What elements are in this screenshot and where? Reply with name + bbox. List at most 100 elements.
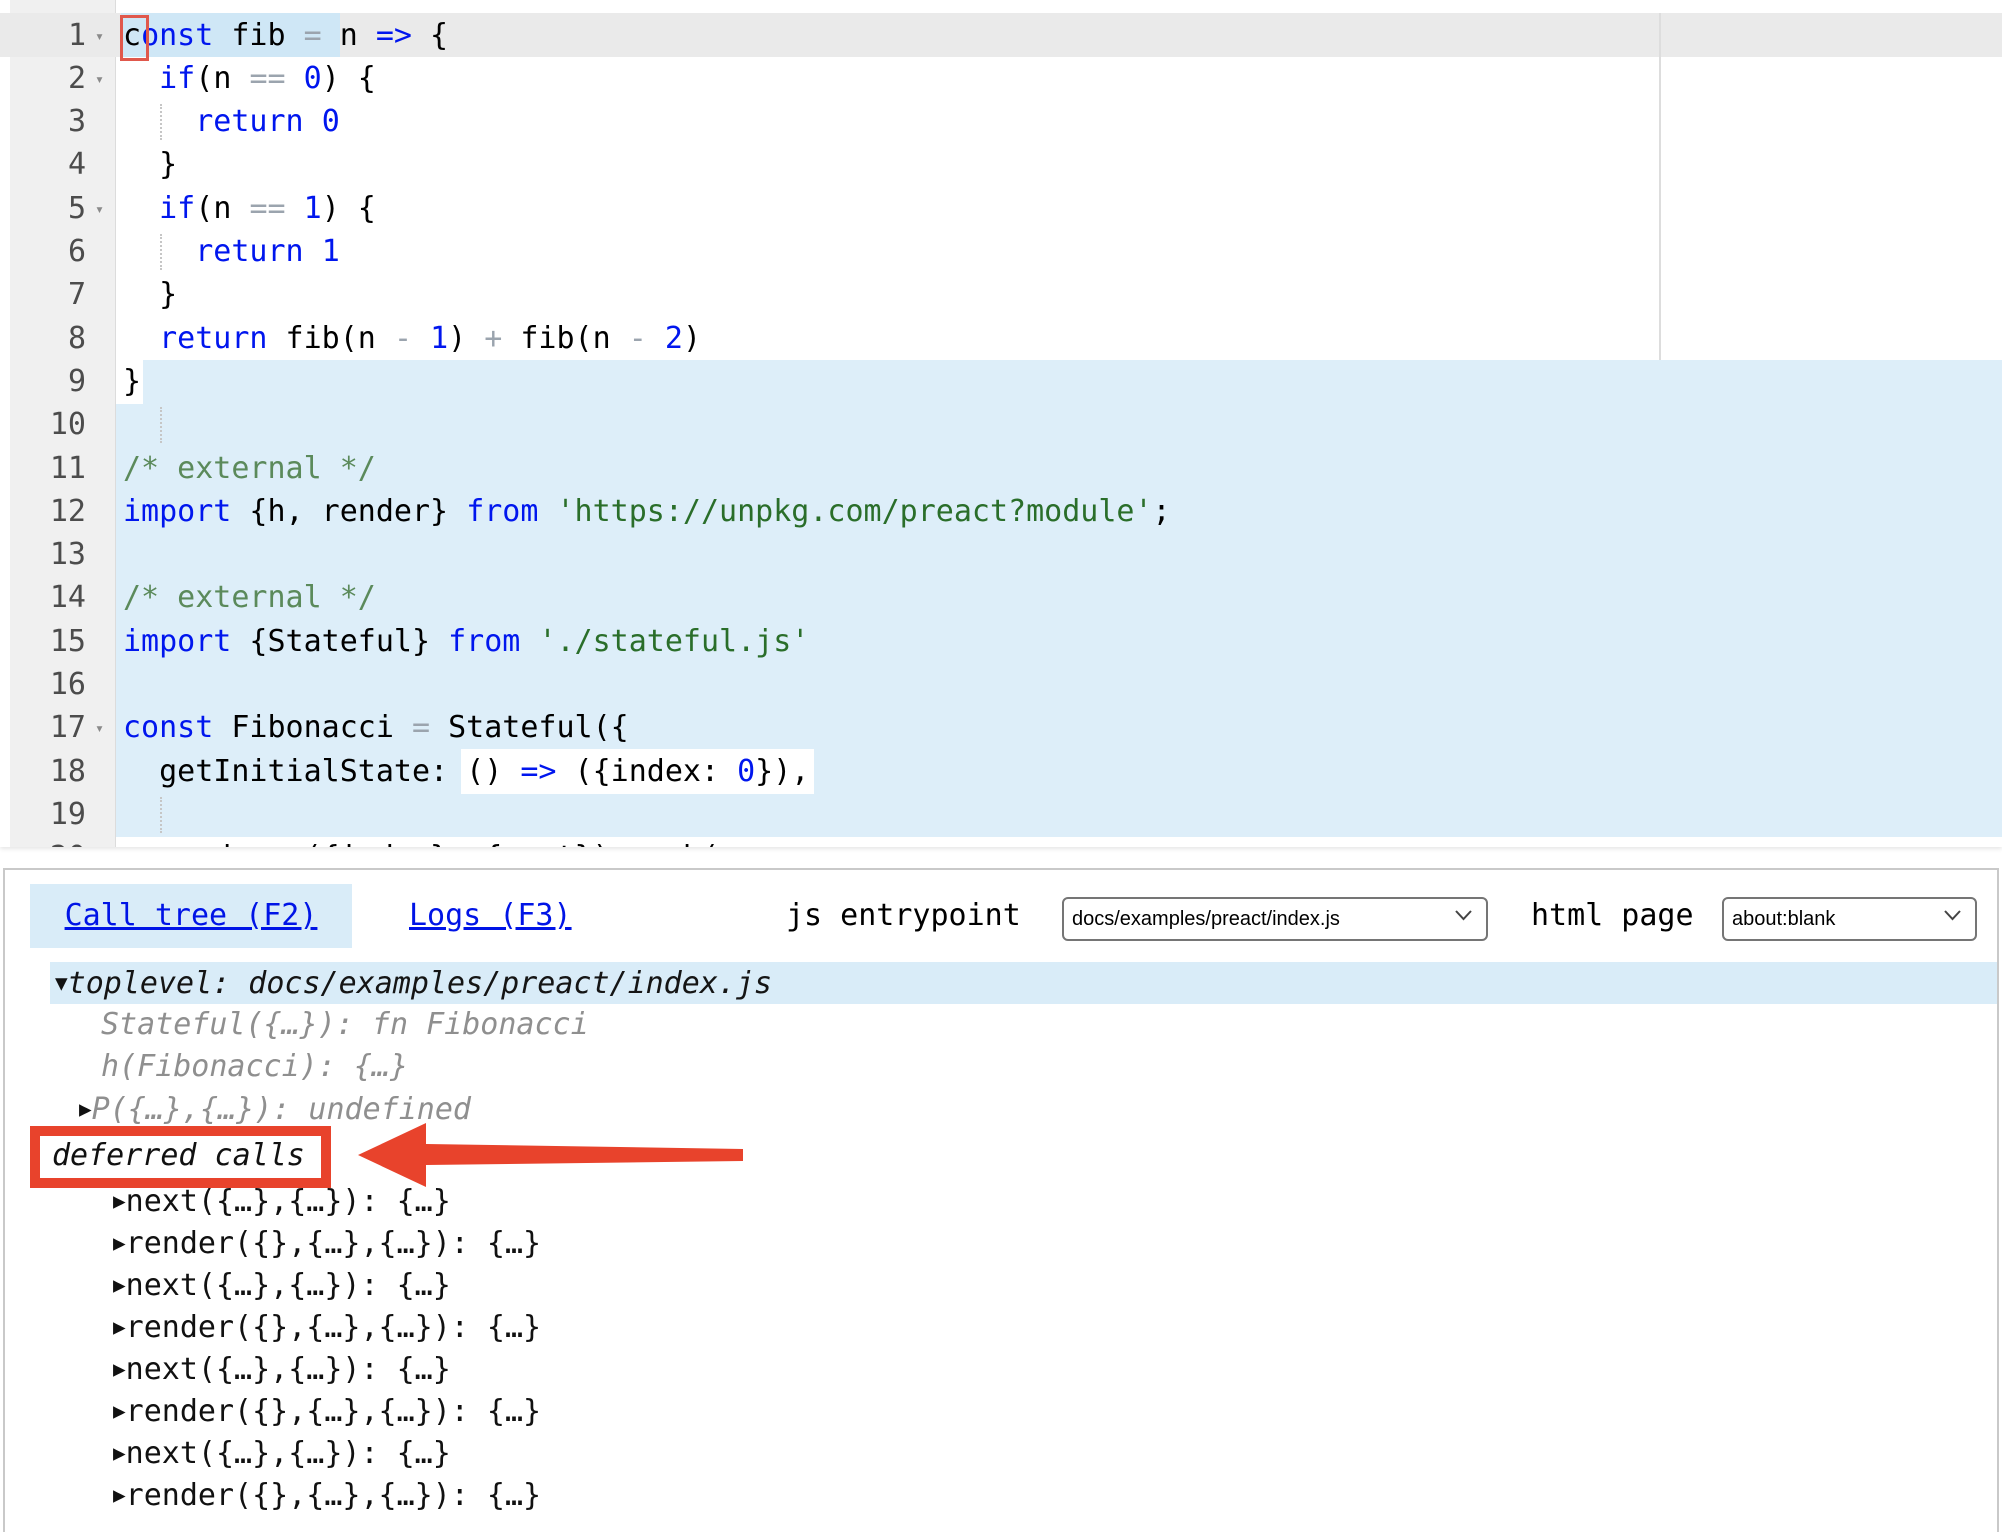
line-number: 9 [10, 360, 86, 404]
code-line-17: const Fibonacci = Stateful({ [123, 706, 629, 750]
code-line-3: return 0 [123, 100, 340, 144]
tree-row-label: render({},{…},{…}): {…} [126, 1478, 541, 1513]
cursor-box [120, 15, 149, 61]
line-number: 2 [10, 57, 86, 101]
app-root: { "colors": { "keyword": "#0016ee", "num… [0, 0, 2002, 1532]
tab-logs[interactable]: Logs (F3) [409, 884, 572, 948]
tree-row-0[interactable]: ▼toplevel: docs/examples/preact/index.js [50, 962, 1997, 1004]
expand-triangle-icon[interactable]: ▶ [113, 1483, 126, 1507]
gutter-line-16: 16 [10, 663, 114, 707]
logs-link[interactable]: Logs (F3) [409, 898, 572, 933]
tree-row-2[interactable]: h(Fibonacci): {…} [101, 1046, 408, 1088]
code-editor[interactable]: 1▾2▾345▾67891011121314151617▾181920 cons… [0, 0, 2002, 847]
code-line-15: import {Stateful} from './stateful.js' [123, 620, 809, 664]
html-page-select[interactable]: about:blank [1722, 897, 1977, 941]
code-line-1: const fib = n => { [123, 14, 448, 58]
tree-row-label: next({…},{…}): {…} [126, 1436, 451, 1471]
code-line-9: } [123, 360, 141, 404]
selection-line9 [143, 360, 2002, 404]
line-number: 8 [10, 317, 86, 361]
line-number: 4 [10, 143, 86, 187]
line-number: 7 [10, 273, 86, 317]
expand-triangle-icon[interactable]: ▶ [113, 1231, 126, 1255]
code-line-11: /* external */ [123, 447, 376, 491]
code-line-6: return 1 [123, 230, 340, 274]
code-line-18: getInitialState: () => ({index: 0}), [123, 750, 809, 794]
tree-row-3[interactable]: ▶P({…},{…}): undefined [79, 1088, 471, 1130]
gutter-line-8: 8 [10, 317, 114, 361]
line-number: 14 [10, 576, 86, 620]
fold-arrow-icon[interactable]: ▾ [86, 14, 113, 58]
gutter-line-10: 10 [10, 403, 114, 447]
code-line-4: } [123, 143, 177, 187]
calltree-panel: Call tree (F2) Logs (F3) js entrypoint d… [3, 868, 1999, 1532]
gutter-line-5: 5▾ [10, 187, 114, 231]
gutter-line-18: 18 [10, 750, 114, 794]
expand-triangle-icon[interactable]: ▶ [113, 1315, 126, 1339]
gutter-line-14: 14 [10, 576, 114, 620]
code-line-8: return fib(n - 1) + fib(n - 2) [123, 317, 701, 361]
line-number: 17 [10, 706, 86, 750]
tree-row-label: next({…},{…}): {…} [126, 1352, 451, 1387]
editor-ruler-line [1659, 13, 1661, 360]
gutter-line-3: 3 [10, 100, 114, 144]
deferred-calls-label: deferred calls [52, 1138, 305, 1173]
tree-row-12[interactable]: ▶render({},{…},{…}): {…} [113, 1474, 541, 1516]
expand-triangle-icon[interactable]: ▶ [113, 1357, 126, 1381]
gutter-line-7: 7 [10, 273, 114, 317]
line-number: 3 [10, 100, 86, 144]
tree-row-label: toplevel: docs/examples/preact/index.js [68, 966, 772, 1001]
line-number: 10 [10, 403, 86, 447]
code-line-14: /* external */ [123, 576, 376, 620]
tree-row-10[interactable]: ▶render({},{…},{…}): {…} [113, 1390, 541, 1432]
tree-row-label: h(Fibonacci): {…} [101, 1049, 408, 1084]
js-entrypoint-label: js entrypoint [786, 884, 1021, 948]
line-number: 11 [10, 447, 86, 491]
gutter-line-17: 17▾ [10, 706, 114, 750]
tree-row-label: render({},{…},{…}): {…} [126, 1310, 541, 1345]
expand-triangle-icon[interactable]: ▶ [113, 1273, 126, 1297]
expand-triangle-icon[interactable]: ▶ [113, 1189, 126, 1213]
code-line-20: render: ({index}, {next}) => h( [123, 836, 719, 847]
gutter-line-6: 6 [10, 230, 114, 274]
fold-arrow-icon[interactable]: ▾ [86, 706, 113, 750]
line-number: 20 [10, 836, 86, 847]
gutter-line-12: 12 [10, 490, 114, 534]
tree-row-8[interactable]: ▶render({},{…},{…}): {…} [113, 1306, 541, 1348]
fold-arrow-icon[interactable]: ▾ [86, 57, 113, 101]
code-line-5: if(n == 1) { [123, 187, 376, 231]
tab-call-tree[interactable]: Call tree (F2) [30, 884, 352, 948]
tree-row-label: Stateful({…}): fn Fibonacci [101, 1007, 589, 1042]
js-entrypoint-select[interactable]: docs/examples/preact/index.js [1062, 897, 1488, 941]
tree-row-7[interactable]: ▶next({…},{…}): {…} [113, 1264, 451, 1306]
tree-row-11[interactable]: ▶next({…},{…}): {…} [113, 1432, 451, 1474]
expand-triangle-icon[interactable]: ▶ [113, 1399, 126, 1423]
gutter-line-2: 2▾ [10, 57, 114, 101]
gutter-line-9: 9 [10, 360, 114, 404]
deferred-calls-annotation-box: deferred calls [30, 1126, 331, 1188]
tree-row-label: next({…},{…}): {…} [126, 1268, 451, 1303]
indent-guide [160, 407, 162, 443]
gutter-line-20: 20 [10, 836, 114, 847]
code-line-12: import {h, render} from 'https://unpkg.c… [123, 490, 1171, 534]
collapse-triangle-icon[interactable]: ▼ [55, 971, 68, 995]
tree-row-label: render({},{…},{…}): {…} [126, 1226, 541, 1261]
line-number: 13 [10, 533, 86, 577]
line-number: 12 [10, 490, 86, 534]
call-tree-link[interactable]: Call tree (F2) [65, 898, 318, 933]
expand-triangle-icon[interactable]: ▶ [79, 1097, 92, 1121]
gutter-line-13: 13 [10, 533, 114, 577]
line-number: 15 [10, 620, 86, 664]
line-number: 16 [10, 663, 86, 707]
tree-row-9[interactable]: ▶next({…},{…}): {…} [113, 1348, 451, 1390]
eval-overlay-box: () => ({index: 0}), [466, 754, 809, 789]
tree-row-label: next({…},{…}): {…} [126, 1184, 451, 1219]
tree-row-label: render({},{…},{…}): {…} [126, 1394, 541, 1429]
tree-row-6[interactable]: ▶render({},{…},{…}): {…} [113, 1222, 541, 1264]
expand-triangle-icon[interactable]: ▶ [113, 1441, 126, 1465]
gutter-line-19: 19 [10, 793, 114, 837]
tree-row-1[interactable]: Stateful({…}): fn Fibonacci [101, 1004, 589, 1046]
code-line-2: if(n == 0) { [123, 57, 376, 101]
code-line-7: } [123, 273, 177, 317]
fold-arrow-icon[interactable]: ▾ [86, 187, 113, 231]
